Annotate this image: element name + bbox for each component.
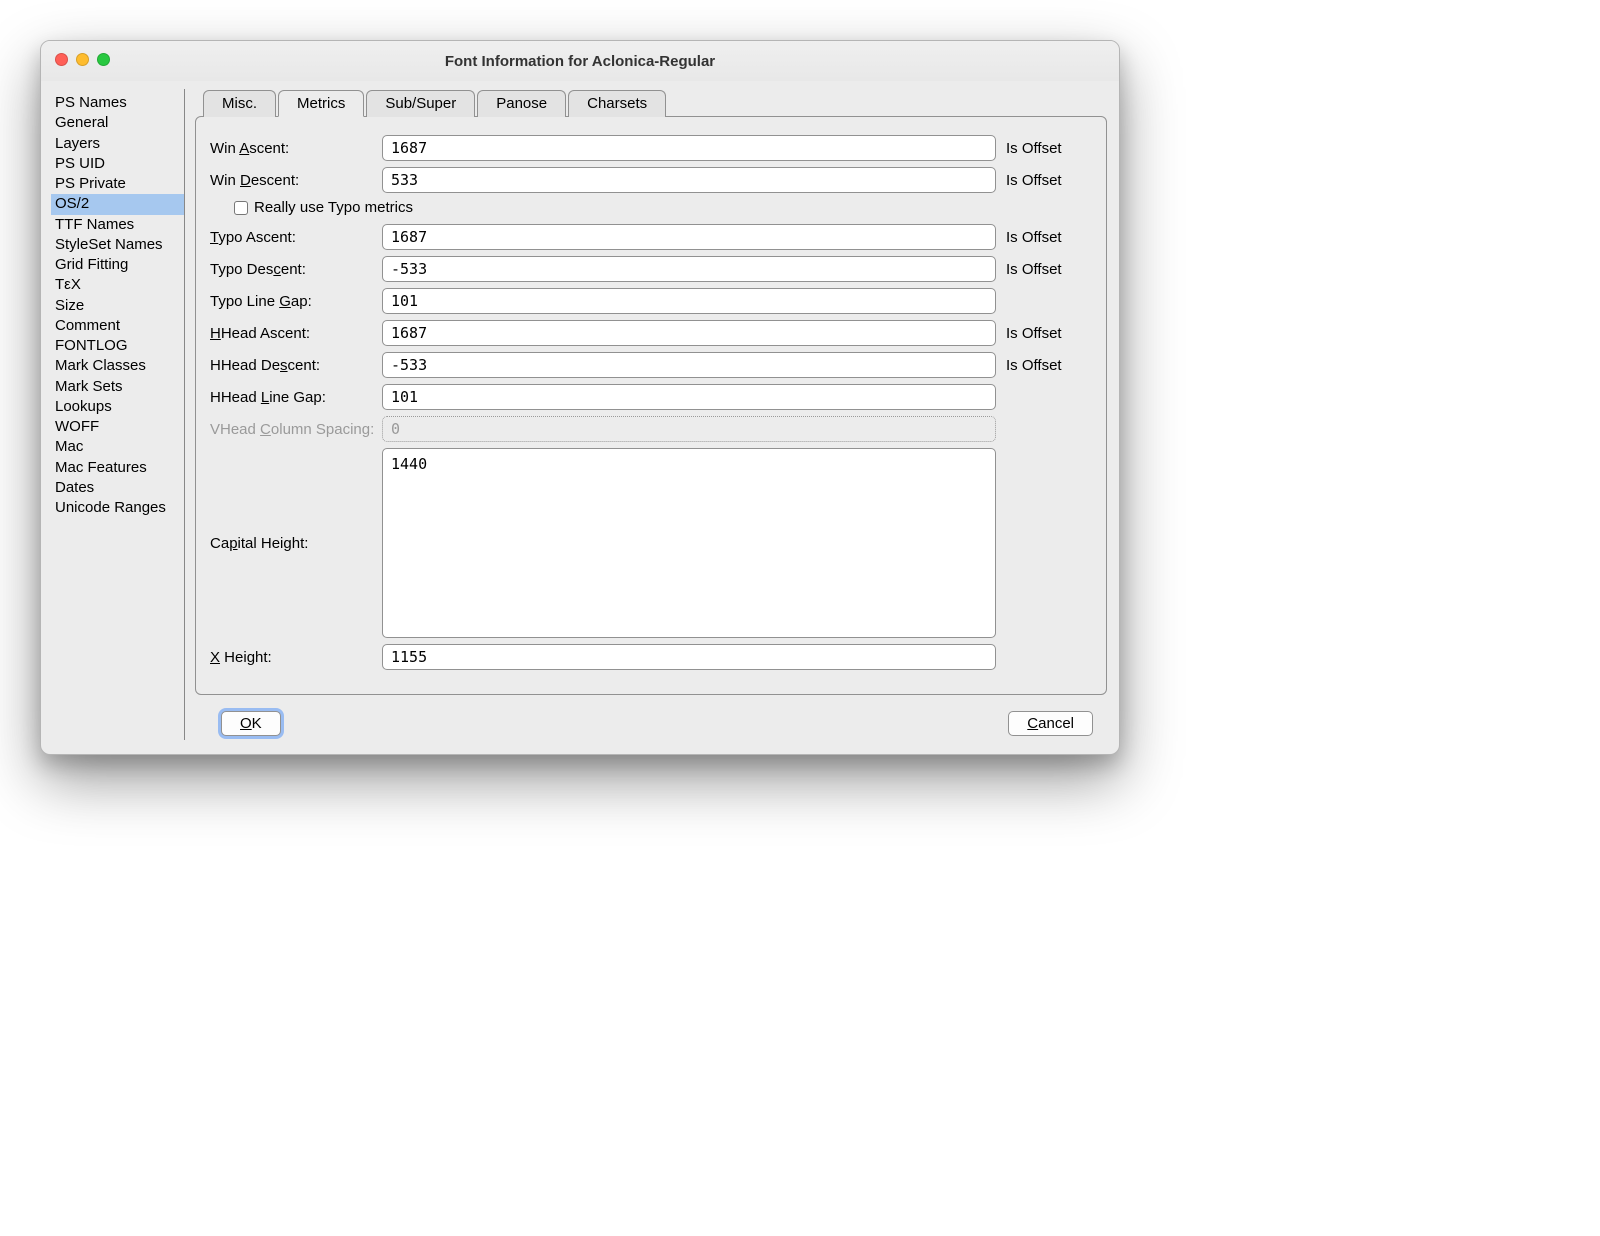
tab-charsets[interactable]: Charsets (568, 90, 666, 117)
sidebar-item-woff[interactable]: WOFF (51, 417, 184, 437)
sidebar-item-os-2[interactable]: OS/2 (51, 194, 184, 214)
tab-misc-[interactable]: Misc. (203, 90, 276, 117)
hhead-descent-offset-label[interactable]: Is Offset (996, 357, 1092, 374)
x-height-input[interactable] (382, 644, 996, 670)
typo-ascent-input[interactable] (382, 224, 996, 250)
sidebar-item-unicode-ranges[interactable]: Unicode Ranges (51, 498, 184, 518)
sidebar-item-layers[interactable]: Layers (51, 134, 184, 154)
window-controls (55, 53, 110, 66)
vhead-col-label: VHead Column Spacing: (210, 421, 382, 438)
capital-height-input[interactable] (382, 448, 996, 638)
win-descent-offset-label[interactable]: Is Offset (996, 172, 1092, 189)
tab-sub-super[interactable]: Sub/Super (366, 90, 475, 117)
window-title: Font Information for Aclonica-Regular (53, 53, 1107, 70)
hhead-descent-input[interactable] (382, 352, 996, 378)
really-use-typo-checkbox[interactable]: Really use Typo metrics (210, 199, 1092, 216)
sidebar-item-comment[interactable]: Comment (51, 316, 184, 336)
sidebar-item-fontlog[interactable]: FONTLOG (51, 336, 184, 356)
sidebar-item-grid-fitting[interactable]: Grid Fitting (51, 255, 184, 275)
typo-ascent-label: Typo Ascent: (210, 229, 382, 246)
typo-descent-input[interactable] (382, 256, 996, 282)
win-descent-input[interactable] (382, 167, 996, 193)
sidebar-item-general[interactable]: General (51, 113, 184, 133)
sidebar-item-size[interactable]: Size (51, 296, 184, 316)
typo-descent-offset-label[interactable]: Is Offset (996, 261, 1092, 278)
sidebar-item-mac[interactable]: Mac (51, 437, 184, 457)
vhead-col-input (382, 416, 996, 442)
zoom-icon[interactable] (97, 53, 110, 66)
sidebar-item-ps-uid[interactable]: PS UID (51, 154, 184, 174)
minimize-icon[interactable] (76, 53, 89, 66)
window-body: PS NamesGeneralLayersPS UIDPS PrivateOS/… (41, 81, 1119, 754)
sidebar-item-lookups[interactable]: Lookups (51, 397, 184, 417)
tab-bar: Misc.MetricsSub/SuperPanoseCharsets (203, 89, 1107, 116)
win-ascent-label: Win Ascent: (210, 140, 382, 157)
close-icon[interactable] (55, 53, 68, 66)
sidebar-item-ps-names[interactable]: PS Names (51, 93, 184, 113)
typo-descent-label: Typo Descent: (210, 261, 382, 278)
hhead-ascent-offset-label[interactable]: Is Offset (996, 325, 1092, 342)
sidebar: PS NamesGeneralLayersPS UIDPS PrivateOS/… (41, 89, 185, 740)
hhead-linegap-label: HHead Line Gap: (210, 389, 382, 406)
titlebar: Font Information for Aclonica-Regular (41, 41, 1119, 81)
typo-ascent-offset-label[interactable]: Is Offset (996, 229, 1092, 246)
button-bar: OOKK CancelCancel (195, 695, 1107, 740)
capital-height-label: Capital Height: (210, 535, 382, 552)
cancel-button[interactable]: CancelCancel (1008, 711, 1093, 736)
font-info-window: Font Information for Aclonica-Regular PS… (40, 40, 1120, 755)
sidebar-item-ps-private[interactable]: PS Private (51, 174, 184, 194)
sidebar-item-ttf-names[interactable]: TTF Names (51, 215, 184, 235)
sidebar-item-mark-sets[interactable]: Mark Sets (51, 377, 184, 397)
sidebar-item-dates[interactable]: Dates (51, 478, 184, 498)
ok-button[interactable]: OOKK (221, 711, 281, 736)
sidebar-item-styleset-names[interactable]: StyleSet Names (51, 235, 184, 255)
checkbox-icon[interactable] (234, 201, 248, 215)
typo-linegap-input[interactable] (382, 288, 996, 314)
tab-panose[interactable]: Panose (477, 90, 566, 117)
metrics-panel: Win Ascent: Is Offset Win Descent: Is Of… (195, 116, 1107, 695)
sidebar-item-t-x[interactable]: TεX (51, 275, 184, 295)
main-panel: Misc.MetricsSub/SuperPanoseCharsets Win … (191, 89, 1119, 740)
hhead-descent-label: HHead Descent: (210, 357, 382, 374)
hhead-ascent-input[interactable] (382, 320, 996, 346)
sidebar-item-mark-classes[interactable]: Mark Classes (51, 356, 184, 376)
win-ascent-offset-label[interactable]: Is Offset (996, 140, 1092, 157)
x-height-label: X Height: (210, 649, 382, 666)
really-use-typo-label: Really use Typo metrics (254, 199, 413, 216)
win-descent-label: Win Descent: (210, 172, 382, 189)
win-ascent-input[interactable] (382, 135, 996, 161)
hhead-linegap-input[interactable] (382, 384, 996, 410)
tab-metrics[interactable]: Metrics (278, 90, 364, 117)
hhead-ascent-label: HHead Ascent: (210, 325, 382, 342)
sidebar-item-mac-features[interactable]: Mac Features (51, 458, 184, 478)
typo-linegap-label: Typo Line Gap: (210, 293, 382, 310)
